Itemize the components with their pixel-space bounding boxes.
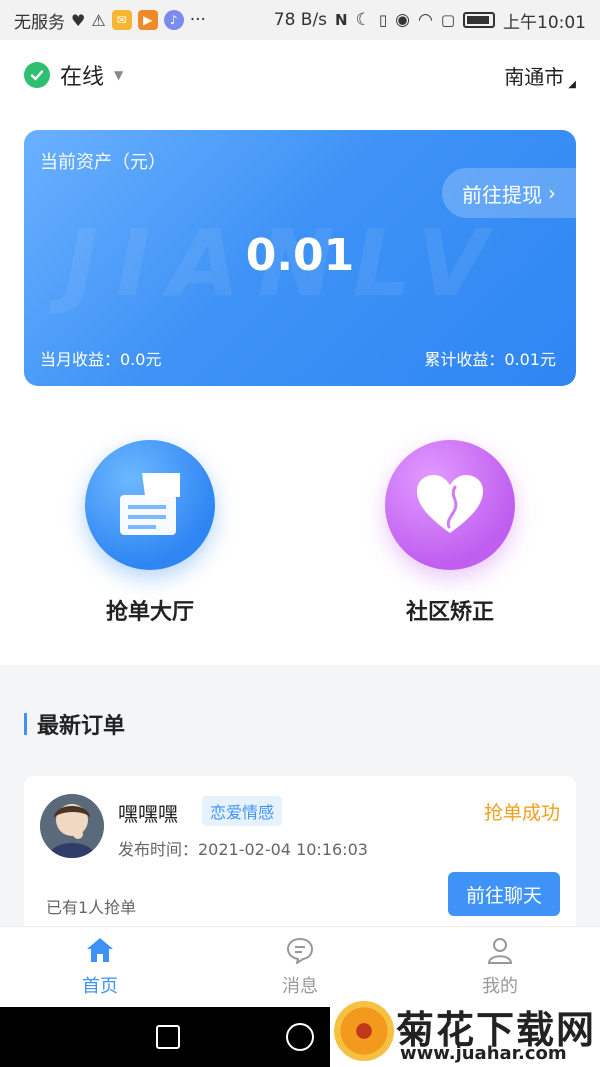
eye-icon: ◉ — [395, 10, 410, 30]
top-header: 在线 ▼ 南通市 ◢ — [0, 40, 600, 110]
mail-app-icon: ✉ — [111, 10, 132, 30]
warning-icon: ⚠ — [91, 10, 106, 30]
check-circle-icon — [24, 62, 50, 88]
battery-icon — [463, 12, 495, 28]
order-category-tag: 恋爱情感 — [202, 796, 283, 826]
avatar[interactable] — [40, 794, 104, 858]
withdraw-label: 前往提现 — [462, 182, 542, 207]
asset-label: 当前资产（元） — [40, 152, 166, 173]
heart-icon — [417, 475, 483, 533]
order-card[interactable]: 嘿嘿嘿 恋爱情感 抢单成功 发布时间：2021-02-04 10:16:03 已… — [24, 776, 576, 936]
moon-icon: ☾ — [355, 10, 371, 30]
vibrate-icon: ▯ — [378, 11, 388, 29]
message-icon — [286, 937, 314, 964]
tab-home[interactable]: 首页 — [0, 927, 200, 1007]
withdraw-button[interactable]: 前往提现 › — [442, 168, 576, 218]
home-nav-icon[interactable] — [286, 1023, 314, 1051]
order-hall-label: 抢单大厅 — [105, 600, 194, 625]
status-right: 78 B/s N ☾ ▯ ◉ ◠ ▢ 上午10:01 — [274, 8, 586, 33]
heading-accent-bar — [24, 713, 27, 735]
music-app-icon: ♪ — [163, 10, 184, 30]
month-income: 当月收益：0.0元 — [40, 350, 162, 369]
recents-icon[interactable] — [156, 1025, 180, 1049]
feature-community-correction[interactable]: 社区矫正 — [370, 440, 530, 626]
order-status: 抢单成功 — [483, 802, 560, 824]
go-chat-button[interactable]: 前往聊天 — [448, 872, 560, 916]
carrier-text: 无服务 — [14, 12, 65, 33]
tab-home-label: 首页 — [82, 976, 118, 997]
home-icon — [87, 938, 113, 962]
watermark-url: www.juahar.com — [400, 1043, 567, 1064]
video-app-icon: ▶ — [137, 10, 158, 30]
wifi-icon: ◠ — [417, 10, 433, 30]
health-icon: ♥ — [71, 10, 86, 30]
latest-orders-heading: 最新订单 — [24, 708, 125, 740]
nfc-icon: N — [335, 11, 348, 29]
order-grab-count: 已有1人抢单 — [46, 898, 137, 917]
caret-down-icon: ▼ — [114, 68, 124, 82]
site-watermark: 菊花下载网 www.juahar.com — [330, 995, 600, 1067]
city-selector[interactable]: 南通市 ◢ — [504, 61, 576, 90]
chevron-right-icon: › — [548, 181, 556, 205]
flower-logo-icon — [334, 1001, 394, 1061]
total-income: 累计收益：0.01元 — [424, 350, 556, 369]
asset-card: JIANLV 当前资产（元） 前往提现 › 0.01 当月收益：0.0元 累计收… — [24, 130, 576, 386]
online-label: 在线 — [60, 65, 105, 90]
community-correction-label: 社区矫正 — [405, 600, 494, 625]
user-icon — [487, 938, 513, 964]
asset-value: 0.01 — [245, 230, 355, 281]
community-correction-circle — [385, 440, 515, 570]
corner-triangle-icon: ◢ — [568, 78, 576, 90]
sim-alert-icon: ▢ — [440, 11, 455, 29]
city-label: 南通市 — [504, 64, 565, 89]
network-speed: 78 B/s — [273, 10, 328, 30]
feature-order-hall[interactable]: 抢单大厅 — [70, 440, 230, 626]
status-bar: 无服务 ♥ ⚠ ✉ ▶ ♪ ··· 78 B/s N ☾ ▯ ◉ ◠ ▢ 上午1… — [0, 0, 600, 40]
tab-messages-label: 消息 — [282, 976, 318, 997]
hand-card-icon — [120, 473, 180, 535]
status-left: 无服务 ♥ ⚠ ✉ ▶ ♪ ··· — [14, 8, 206, 33]
online-status-selector[interactable]: 在线 ▼ — [24, 59, 123, 91]
more-dots-icon: ··· — [189, 10, 206, 30]
order-publish-time: 发布时间：2021-02-04 10:16:03 — [118, 840, 368, 859]
order-username: 嘿嘿嘿 — [118, 802, 178, 826]
latest-orders-title: 最新订单 — [37, 714, 126, 739]
order-hall-circle — [85, 440, 215, 570]
clock-text: 上午10:01 — [503, 12, 586, 33]
